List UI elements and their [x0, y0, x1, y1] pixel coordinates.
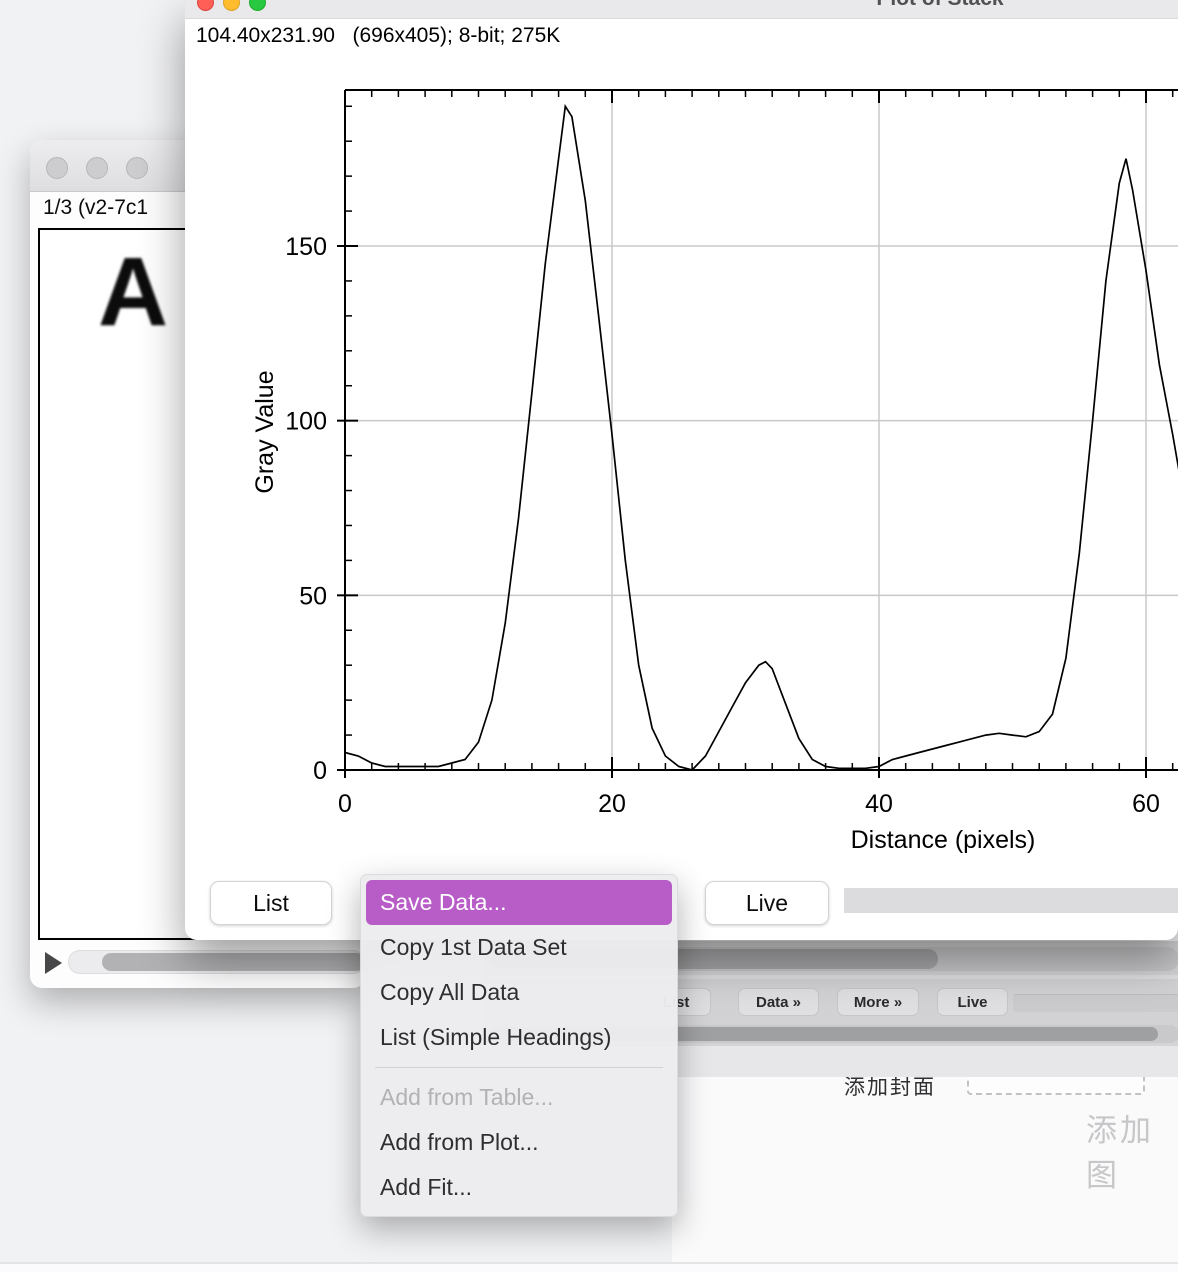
svg-text:150: 150	[285, 233, 327, 261]
plot-of-stack-window: Plot of Stack 104.40x231.90 (696x405); 8…	[185, 0, 1178, 940]
menu-item-list-simple-headings[interactable]: List (Simple Headings)	[366, 1015, 672, 1060]
document-toolbar-band	[672, 1045, 1178, 1077]
menu-separator	[375, 1067, 663, 1068]
svg-text:40: 40	[865, 790, 893, 818]
background-slider[interactable]	[1013, 994, 1178, 1012]
bottom-strip	[0, 1264, 1178, 1272]
menu-item-copy-all-data[interactable]: Copy All Data	[366, 970, 672, 1015]
context-menu: Save Data...Copy 1st Data SetCopy All Da…	[360, 874, 678, 1217]
bg-more-button[interactable]: More »	[837, 988, 919, 1016]
svg-text:60: 60	[1132, 790, 1160, 818]
bg-data-button[interactable]: Data »	[738, 988, 819, 1016]
menu-item-copy-1st-data-set[interactable]: Copy 1st Data Set	[366, 925, 672, 970]
play-icon[interactable]	[45, 952, 62, 974]
image-content-letter: A	[98, 236, 168, 348]
menu-item-add-from-plot[interactable]: Add from Plot...	[366, 1120, 672, 1165]
svg-text:0: 0	[313, 757, 327, 785]
close-icon[interactable]	[46, 157, 68, 179]
dashed-placeholder-box[interactable]	[967, 1077, 1145, 1095]
svg-text:50: 50	[299, 582, 327, 610]
svg-text:100: 100	[285, 408, 327, 436]
menu-item-add-from-table: Add from Table...	[366, 1075, 672, 1120]
svg-text:20: 20	[598, 790, 626, 818]
stack-info-label: 1/3 (v2-7c1	[43, 196, 148, 220]
plot-bottom-bar	[844, 888, 1178, 913]
stack-slider-thumb[interactable]	[102, 953, 365, 971]
svg-text:Gray Value: Gray Value	[251, 370, 279, 493]
add-figure-label[interactable]: 添加图	[1086, 1105, 1178, 1195]
screen: 添加封面 添加图 List Data » More » Live 1/3 (v2-7c…	[0, 0, 1178, 1272]
bg-live-button[interactable]: Live	[937, 988, 1008, 1016]
svg-text:0: 0	[338, 790, 352, 818]
menu-item-add-fit[interactable]: Add Fit...	[366, 1165, 672, 1210]
zoom-icon[interactable]	[126, 157, 148, 179]
profile-plot: 0 20 40 60 0 50 100 150 Distance (pixels) Gray Va…	[185, 0, 1178, 940]
svg-text:Distance (pixels): Distance (pixels)	[851, 826, 1036, 854]
list-button[interactable]: List	[210, 881, 332, 925]
document-page: 添加封面 添加图	[672, 1077, 1178, 1262]
add-cover-label[interactable]: 添加封面	[844, 1077, 936, 1101]
live-button[interactable]: Live	[705, 881, 829, 925]
minimize-icon[interactable]	[86, 157, 108, 179]
menu-item-save-data[interactable]: Save Data...	[366, 880, 672, 925]
